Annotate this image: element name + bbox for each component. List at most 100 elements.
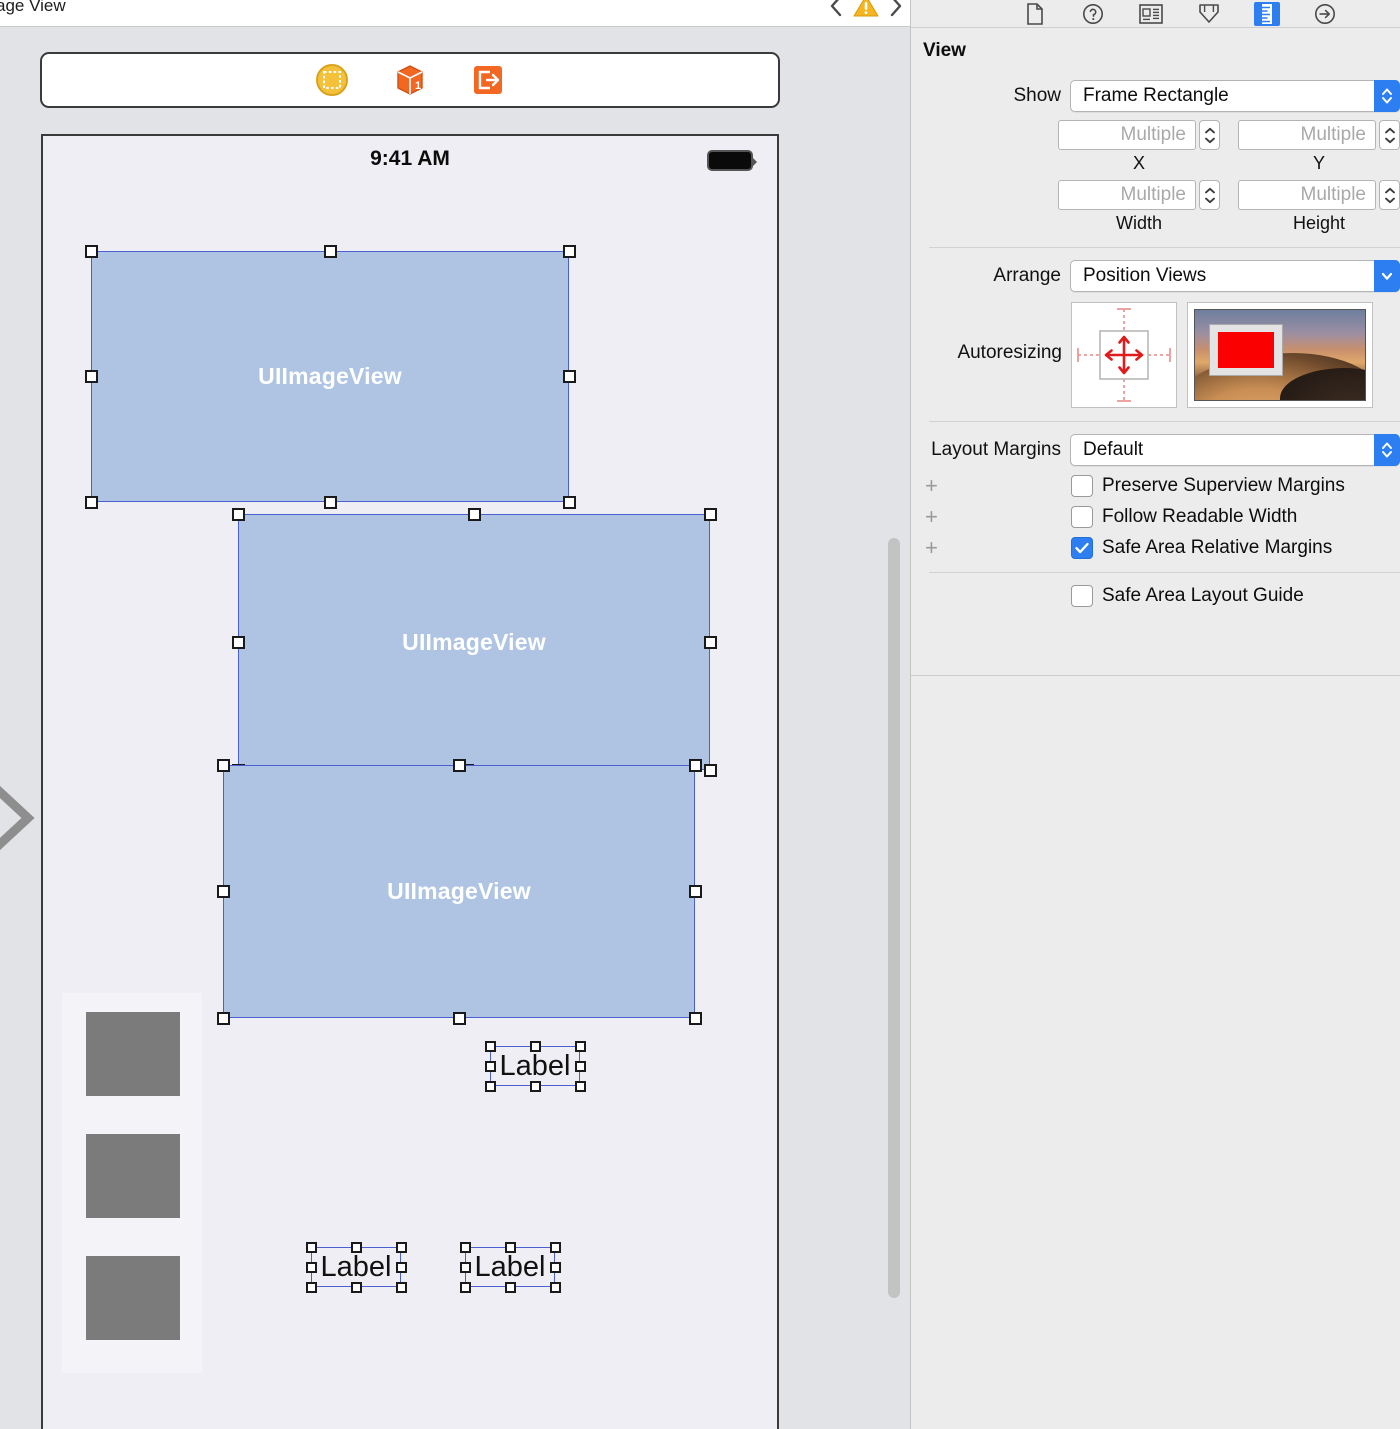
dimensions-row: . Multiple X [911,120,1400,234]
uiimageview-3-label: UIImageView [387,878,531,904]
scene-dock: 1 [40,52,780,108]
height-field[interactable]: Multiple [1238,180,1376,210]
safe-area-relative-margins-checkbox[interactable] [1071,537,1093,559]
arrange-popup[interactable]: Position Views [1070,260,1400,292]
breadcrumb[interactable]: age View [0,0,66,16]
uiimageview-2-label: UIImageView [402,628,546,655]
inspector-bottom-divider [911,675,1400,676]
y-field[interactable]: Multiple [1238,120,1376,150]
width-caption: Width [1115,213,1162,233]
divider [929,421,1400,422]
follow-readable-width-checkbox[interactable] [1071,506,1093,528]
canvas-label-2-text: Label [320,1250,392,1283]
autoresizing-preview-rect [1218,332,1274,368]
height-caption: Height [1292,213,1346,233]
chevron-right-icon[interactable] [889,0,902,17]
jump-bar: age View [0,0,910,27]
autoresizing-label: Autoresizing [957,342,1062,363]
preserve-superview-margins-label: Preserve Superview Margins [1102,475,1345,496]
follow-readable-width-row: + Follow Readable Width [911,506,1400,528]
status-bar-time: 9:41 AM [370,147,450,170]
first-responder-icon[interactable]: 1 [393,63,427,97]
autoresizing-row: Autoresizing [911,302,1400,408]
uiimageview-1-label: UIImageView [258,363,402,389]
height-stepper[interactable] [1379,180,1400,210]
safe-area-layout-guide-row: + Safe Area Layout Guide [911,585,1400,607]
canvas-label-3-text: Label [474,1250,546,1283]
height-field-group: Multiple Height [1238,180,1400,234]
chevron-left-icon[interactable] [830,0,843,17]
size-inspector-icon[interactable] [1254,1,1280,26]
scrollbar-thumb[interactable] [888,538,900,1298]
width-field[interactable]: Multiple [1058,180,1196,210]
thumbnail-collection[interactable] [62,993,202,1373]
layout-margins-stepper-chevrons-icon[interactable] [1374,434,1400,466]
autoresizing-mask-widget[interactable] [1071,302,1177,408]
interface-builder-editor: age View 1 9:41 AM UIImageView UIImageVi… [0,0,910,1429]
svg-text:1: 1 [415,80,421,92]
size-inspector-panel: View Show Frame Rectangle . [910,0,1400,1429]
y-stepper[interactable] [1379,120,1400,150]
ios-status-bar: 9:41 AM [43,136,777,178]
page-title: View [923,40,966,61]
thumbnail-item[interactable] [85,1133,181,1219]
panel-expander-chevron-right-icon[interactable] [0,778,42,858]
inspector-content: View Show Frame Rectangle . [911,28,1400,676]
uiimageview-2[interactable]: UIImageView [238,514,710,770]
quick-help-icon[interactable] [1080,2,1106,26]
safe-area-relative-margins-row: + Safe Area Relative Margins [911,537,1400,559]
file-inspector-icon[interactable] [1022,2,1048,26]
view-controller-icon[interactable] [315,63,349,97]
autoresizing-preview-image [1194,309,1366,401]
uiimageview-1[interactable]: UIImageView [91,251,569,502]
x-field[interactable]: Multiple [1058,120,1196,150]
arrange-label: Arrange [993,265,1061,286]
x-field-group: Multiple X [1058,120,1220,174]
identity-inspector-icon[interactable] [1138,2,1164,26]
x-stepper[interactable] [1199,120,1220,150]
layout-margins-row: Layout Margins Default [911,434,1400,466]
arrange-popup-value[interactable]: Position Views [1070,260,1400,292]
divider [929,572,1400,573]
show-popup[interactable]: Frame Rectangle [1070,80,1400,112]
thumbnail-item[interactable] [85,1255,181,1341]
dimensions-grid: Multiple X Multiple Y Multiple Width Mul… [1058,120,1400,234]
connections-inspector-icon[interactable] [1312,2,1338,26]
add-constraint-plus-icon[interactable]: + [911,537,1071,559]
show-row: Show Frame Rectangle [911,80,1400,112]
attributes-inspector-icon[interactable] [1196,2,1222,26]
divider [929,247,1400,248]
uiimageview-3[interactable]: UIImageView [223,765,695,1018]
safe-area-relative-margins-label: Safe Area Relative Margins [1102,537,1333,558]
thumbnail-item[interactable] [85,1011,181,1097]
preserve-superview-margins-checkbox[interactable] [1071,475,1093,497]
warning-triangle-icon[interactable] [853,0,879,18]
layout-margins-label: Layout Margins [931,439,1061,460]
safe-area-layout-guide-label: Safe Area Layout Guide [1102,585,1304,606]
add-constraint-plus-icon[interactable]: + [911,506,1071,528]
preserve-superview-margins-row: + Preserve Superview Margins [911,475,1400,497]
width-field-group: Multiple Width [1058,180,1220,234]
autoresizing-preview [1187,302,1373,408]
follow-readable-width-label: Follow Readable Width [1102,506,1298,527]
canvas-vertical-scrollbar[interactable] [888,538,900,1298]
show-label: Show [1013,85,1061,106]
layout-margins-popup[interactable]: Default [1070,434,1400,466]
x-caption: X [1132,153,1145,173]
arrange-chevron-down-icon[interactable] [1374,260,1400,292]
show-popup-value[interactable]: Frame Rectangle [1070,80,1400,112]
canvas-label-1-text: Label [499,1049,571,1082]
battery-full-icon [707,150,757,171]
view-controller-canvas[interactable]: 9:41 AM UIImageView UIImageView UIImageV… [41,134,779,1429]
layout-margins-value[interactable]: Default [1070,434,1400,466]
canvas[interactable]: 1 9:41 AM UIImageView UIImageView UIImag… [0,28,910,1429]
jump-bar-nav [830,0,902,18]
width-stepper[interactable] [1199,180,1220,210]
plus-placeholder: + [911,585,1071,607]
exit-icon[interactable] [471,63,505,97]
autoresizing-preview-frame [1209,324,1283,376]
y-caption: Y [1312,153,1325,173]
show-stepper-chevrons-icon[interactable] [1374,80,1400,112]
safe-area-layout-guide-checkbox[interactable] [1071,585,1093,607]
add-constraint-plus-icon[interactable]: + [911,475,1071,497]
